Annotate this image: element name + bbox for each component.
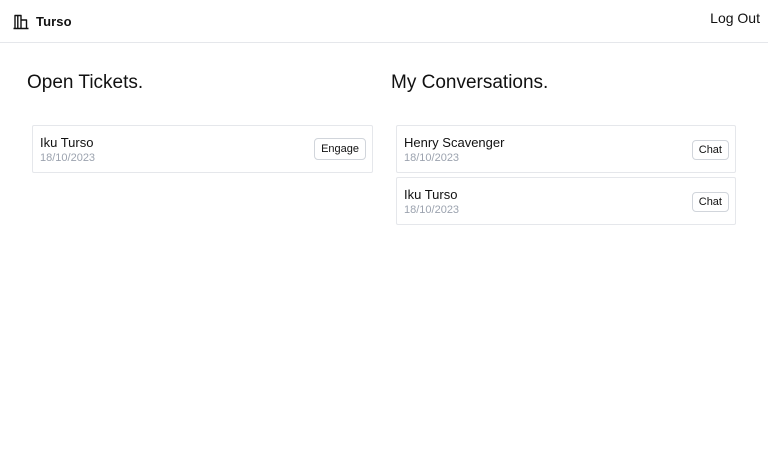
top-navbar: Turso Log Out	[0, 0, 768, 43]
conversation-date: 18/10/2023	[404, 152, 460, 164]
conversation-name: Iku Turso	[404, 187, 458, 202]
conversation-date: 18/10/2023	[404, 204, 460, 216]
conversations-title: My Conversations.	[391, 72, 549, 93]
ticket-name: Iku Turso	[40, 135, 94, 150]
conversation-name: Henry Scavenger	[404, 135, 505, 150]
conversation-card: Iku Turso 18/10/2023 Chat	[396, 177, 736, 225]
chat-button[interactable]: Chat	[691, 192, 729, 212]
chat-button[interactable]: Chat	[691, 140, 729, 160]
logout-link[interactable]: Log Out	[710, 10, 760, 26]
conversation-card: Henry Scavenger 18/10/2023 Chat	[396, 125, 736, 173]
brand[interactable]: Turso	[12, 11, 72, 31]
ticket-date: 18/10/2023	[40, 152, 96, 164]
building-icon	[12, 12, 30, 30]
open-tickets-title: Open Tickets.	[27, 72, 144, 93]
ticket-card: Iku Turso 18/10/2023 Engage	[32, 125, 373, 173]
engage-button[interactable]: Engage	[314, 138, 366, 160]
brand-name: Turso	[36, 13, 72, 29]
